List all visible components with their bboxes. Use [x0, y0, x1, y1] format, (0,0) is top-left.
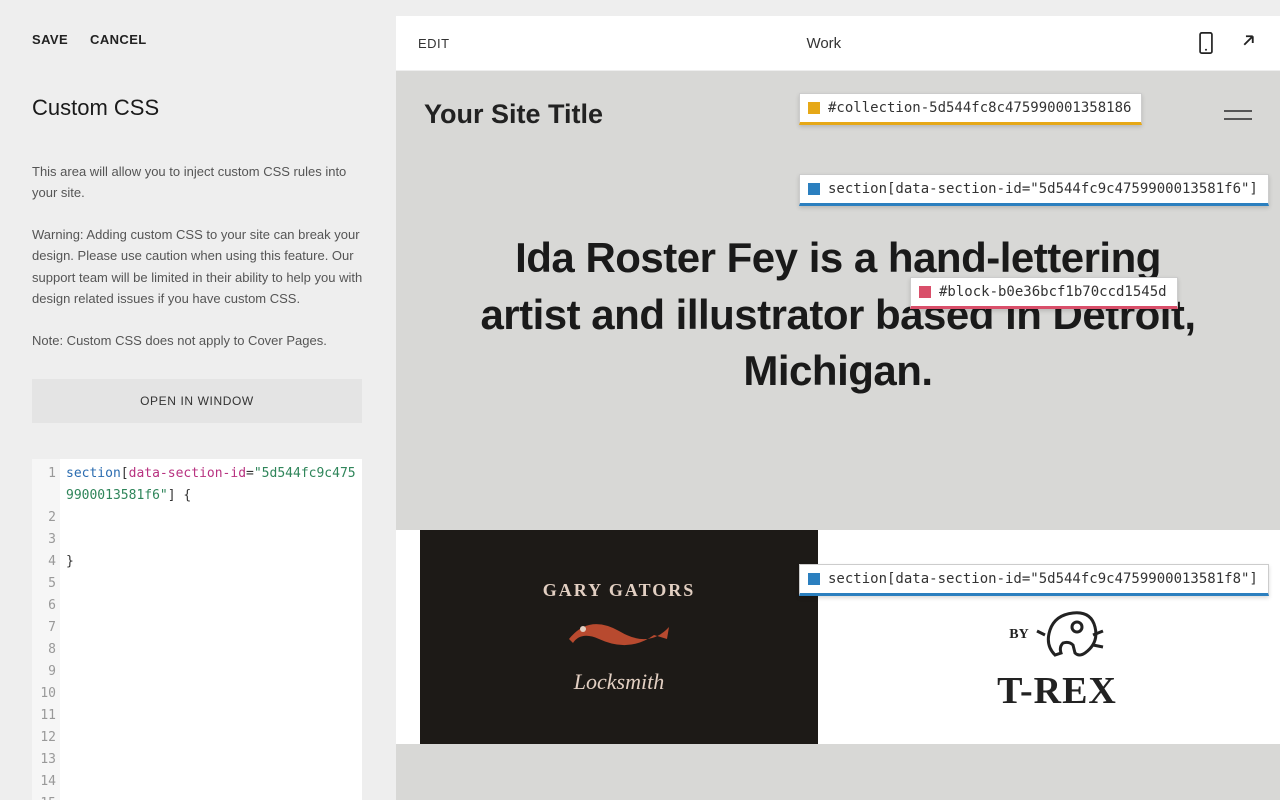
menu-icon[interactable]	[1224, 104, 1252, 126]
save-button[interactable]: SAVE	[32, 32, 68, 47]
preview-page-title: Work	[450, 35, 1198, 52]
selector-overlay-section-2[interactable]: section[data-section-id="5d544fc9c475990…	[799, 564, 1269, 596]
site-title[interactable]: Your Site Title	[424, 99, 603, 130]
gutter: 1 2 3 4 5 6 7 8 9 10 11 12 13 14 15	[32, 459, 60, 800]
expand-icon[interactable]	[1240, 32, 1258, 54]
custom-css-sidebar: SAVE CANCEL Custom CSS This area will al…	[0, 0, 396, 800]
cancel-button[interactable]: CANCEL	[90, 32, 147, 47]
preview-pane: EDIT Work Your Site Title Ida Roster Fey…	[396, 0, 1280, 800]
color-swatch-icon	[808, 183, 820, 195]
mobile-preview-icon[interactable]	[1198, 32, 1216, 54]
preview-topbar: EDIT Work	[396, 16, 1280, 71]
selector-overlay-block[interactable]: #block-b0e36bcf1b70ccd1545d	[910, 277, 1178, 309]
intro-text: This area will allow you to inject custo…	[32, 161, 364, 204]
color-swatch-icon	[919, 286, 931, 298]
portfolio-tile-1[interactable]: GARY GATORS Locksmith	[420, 530, 818, 744]
preview-shell: EDIT Work Your Site Title Ida Roster Fey…	[396, 16, 1280, 800]
selector-overlay-section-1[interactable]: section[data-section-id="5d544fc9c475990…	[799, 174, 1269, 206]
sidebar-actions: SAVE CANCEL	[32, 32, 364, 47]
hero-text: Ida Roster Fey is a hand-lettering artis…	[464, 230, 1212, 400]
open-in-window-button[interactable]: OPEN IN WINDOW	[32, 379, 362, 423]
color-swatch-icon	[808, 102, 820, 114]
color-swatch-icon	[808, 573, 820, 585]
gallery-section: GARY GATORS Locksmith TEX ✦ MEX BY	[396, 530, 1280, 744]
code-content[interactable]: section[data-section-id="5d544fc9c475990…	[60, 459, 362, 800]
selector-overlay-collection[interactable]: #collection-5d544fc8c475990001358186	[799, 93, 1142, 125]
sidebar-heading: Custom CSS	[32, 95, 364, 121]
note-text: Note: Custom CSS does not apply to Cover…	[32, 330, 364, 351]
warning-text: Warning: Adding custom CSS to your site …	[32, 224, 364, 310]
portfolio-tile-2[interactable]: TEX ✦ MEX BY T-REX	[858, 530, 1256, 744]
css-code-editor[interactable]: 1 2 3 4 5 6 7 8 9 10 11 12 13 14 15 sect…	[32, 459, 362, 800]
edit-button[interactable]: EDIT	[418, 36, 450, 51]
